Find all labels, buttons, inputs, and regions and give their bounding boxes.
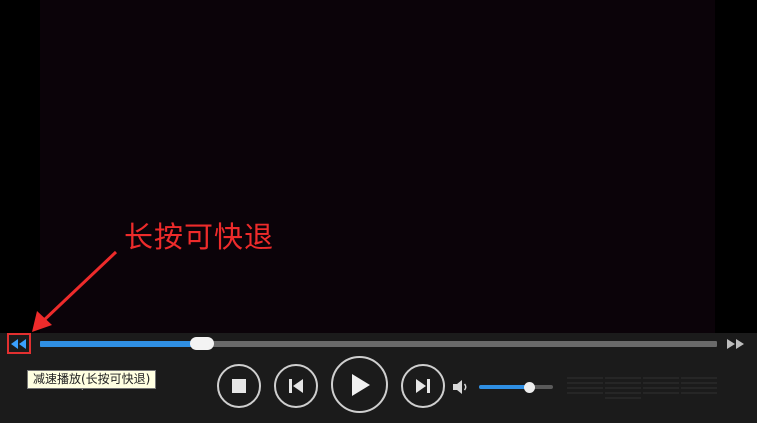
volume-fill: [479, 385, 530, 389]
fast-forward-button[interactable]: [725, 336, 747, 352]
play-button[interactable]: [331, 356, 388, 413]
rewind-icon: [11, 338, 26, 349]
slow-down-tooltip: 减速播放(长按可快退): [27, 370, 157, 389]
volume-slider[interactable]: [479, 385, 553, 389]
skip-previous-icon: [289, 379, 303, 393]
next-button[interactable]: [401, 364, 445, 408]
video-display[interactable]: [40, 0, 715, 333]
previous-button[interactable]: [274, 364, 318, 408]
progress-thumb[interactable]: [190, 337, 215, 350]
stop-button[interactable]: [217, 364, 261, 408]
annotation-label: 长按可快退: [124, 220, 275, 254]
audio-spectrum: [567, 377, 717, 399]
skip-next-icon: [416, 379, 430, 393]
stop-icon: [232, 379, 246, 393]
slow-down-button[interactable]: [7, 333, 31, 354]
progress-fill: [40, 341, 203, 347]
speaker-icon[interactable]: [452, 378, 470, 396]
letterbox-left: [0, 0, 40, 333]
fast-forward-icon: [727, 339, 744, 349]
progress-bar[interactable]: [40, 341, 717, 347]
play-icon: [351, 373, 370, 396]
letterbox-right: [715, 0, 757, 333]
